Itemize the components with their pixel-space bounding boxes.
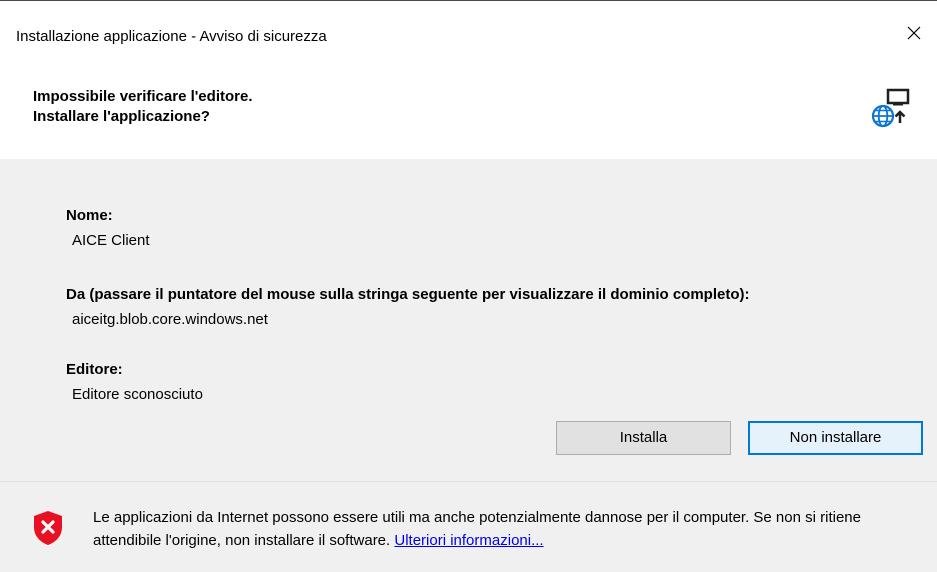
warning-footer: Le applicazioni da Internet possono esse… xyxy=(0,482,937,572)
title-bar[interactable]: Installazione applicazione - Avviso di s… xyxy=(0,1,937,57)
heading-install-question: Installare l'applicazione? xyxy=(33,108,210,125)
dont-install-button[interactable]: Non installare xyxy=(748,421,923,455)
more-info-link[interactable]: Ulteriori informazioni... xyxy=(394,532,543,549)
warning-message: Le applicazioni da Internet possono esse… xyxy=(93,506,923,552)
details-panel: Nome: AICE Client Da (passare il puntato… xyxy=(0,159,937,481)
shield-error-icon xyxy=(34,511,62,545)
name-label: Nome: xyxy=(66,207,113,224)
header-message: Impossibile verificare l'editore. Instal… xyxy=(33,87,253,127)
globe-install-icon xyxy=(871,88,910,128)
install-button[interactable]: Installa xyxy=(556,421,731,455)
header-section: Impossibile verificare l'editore. Instal… xyxy=(0,57,937,159)
publisher-value: Editore sconosciuto xyxy=(72,386,203,403)
heading-publisher-unverified: Impossibile verificare l'editore. xyxy=(33,88,253,105)
close-button[interactable] xyxy=(891,13,937,53)
from-domain-value[interactable]: aiceitg.blob.core.windows.net xyxy=(72,311,268,328)
from-label: Da (passare il puntatore del mouse sulla… xyxy=(66,286,750,303)
close-icon xyxy=(907,26,921,40)
name-value: AICE Client xyxy=(72,232,150,249)
window-title: Installazione applicazione - Avviso di s… xyxy=(16,28,327,45)
publisher-label: Editore: xyxy=(66,361,123,378)
